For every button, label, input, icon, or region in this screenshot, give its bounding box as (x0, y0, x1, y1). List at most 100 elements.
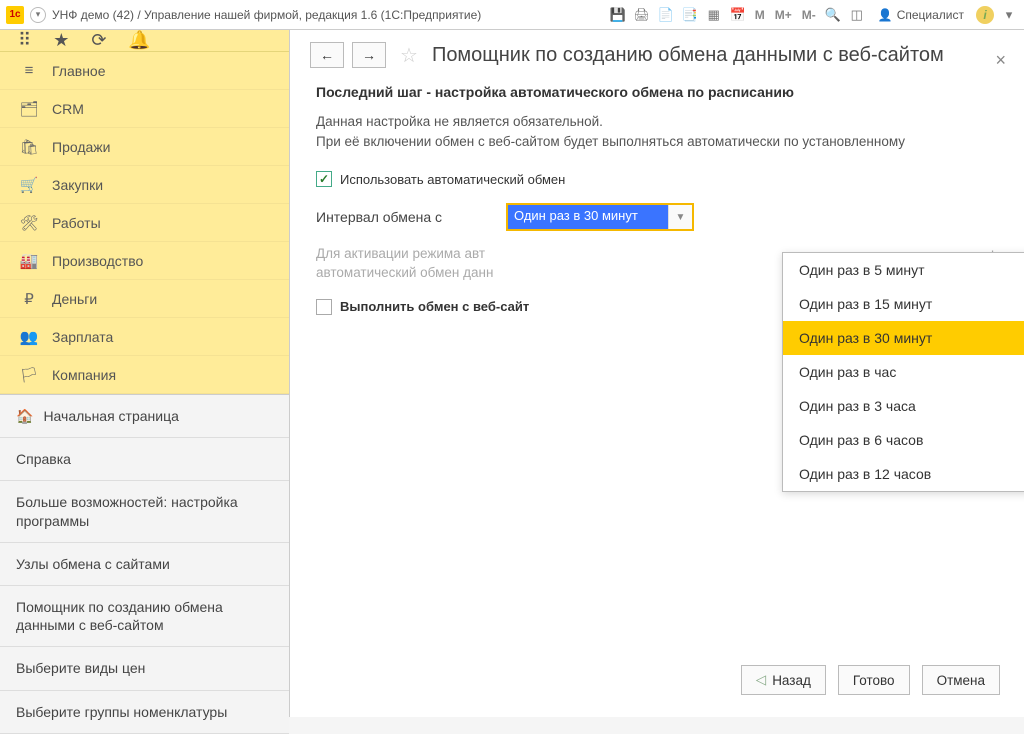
app-menu-dropdown-icon[interactable]: ▾ (30, 7, 46, 23)
sidebar-item-label: Главное (52, 63, 106, 79)
finish-button-label: Готово (853, 673, 895, 688)
content-header: ← → ☆ Помощник по созданию обмена данным… (290, 30, 1024, 78)
panels-icon[interactable]: ◫ (848, 6, 866, 24)
sidebar: ⠿ ★ ⟳ 🔔 ≡ Главное 🗂 CRM 🛍 Продажи 🛒Закупки 🛠 Раб… (0, 30, 290, 717)
compare-icon[interactable]: 📑 (681, 6, 699, 24)
sidebar-item-0[interactable]: ≡ Главное (0, 52, 289, 90)
doc-icon[interactable]: 📄 (657, 6, 675, 24)
bell-icon[interactable]: 🔔 (128, 30, 150, 51)
sidebar-item-icon: 🏭 (20, 252, 38, 270)
sidebar-link-2[interactable]: Больше возможностей: настройка программы (0, 481, 289, 542)
sidebar-link-3[interactable]: Узлы обмена с сайтами (0, 543, 289, 586)
interval-field: Интервал обмена с Один раз в 30 минут ▼ (316, 203, 998, 231)
sidebar-link-0[interactable]: 🏠Начальная страница (0, 395, 289, 438)
titlebar-dropdown-icon[interactable]: ▾ (1000, 6, 1018, 24)
nav-forward-button[interactable]: → (352, 42, 386, 68)
m-minus-icon[interactable]: M- (800, 6, 818, 24)
interval-option-2[interactable]: Один раз в 30 минут (783, 321, 1024, 355)
run-now-label: Выполнить обмен с веб-сайт (340, 299, 529, 314)
favorite-star-icon[interactable]: ☆ (400, 43, 418, 68)
sidebar-item-icon: 🏳 (20, 366, 38, 384)
sidebar-item-label: Зарплата (52, 329, 113, 345)
sidebar-item-label: Компания (52, 367, 116, 383)
apps-grid-icon[interactable]: ⠿ (18, 30, 31, 51)
step-description-line2: При её включении обмен с веб-сайтом буде… (316, 134, 905, 149)
interval-dropdown-panel: Один раз в 5 минутОдин раз в 15 минутОди… (782, 252, 1024, 492)
home-icon: 🏠 (16, 408, 33, 424)
sidebar-link-6[interactable]: Выберите группы номенклатуры (0, 691, 289, 734)
save-icon[interactable]: 💾 (609, 6, 627, 24)
cancel-button-label: Отмена (937, 673, 985, 688)
interval-combo[interactable]: Один раз в 30 минут ▼ (506, 203, 694, 231)
sidebar-item-icon: 🛒 (20, 176, 38, 194)
titlebar: 1c ▾ УНФ демо (42) / Управление нашей фи… (0, 0, 1024, 30)
user-icon: 👤 (878, 8, 893, 22)
calendar-icon[interactable]: 📅 (729, 6, 747, 24)
back-button-label: Назад (772, 673, 811, 688)
sidebar-item-icon: 🛠 (20, 214, 38, 232)
sidebar-item-label: Производство (52, 253, 143, 269)
sidebar-link-4[interactable]: Помощник по созданию обмена данными с ве… (0, 586, 289, 647)
cancel-button[interactable]: Отмена (922, 665, 1000, 695)
sidebar-item-8[interactable]: 🏳 Компания (0, 356, 289, 394)
m-plus-icon[interactable]: M+ (773, 6, 794, 24)
arrow-left-icon: ◁ (756, 672, 766, 688)
checkbox-unchecked-icon[interactable] (316, 299, 332, 315)
sidebar-item-label: CRM (52, 101, 84, 117)
interval-option-6[interactable]: Один раз в 12 часов (783, 457, 1024, 491)
sidebar-item-1[interactable]: 🗂 CRM (0, 90, 289, 128)
sidebar-item-icon: 🗂 (20, 100, 38, 118)
print-icon[interactable]: 🖨 (633, 6, 651, 24)
app-logo-icon: 1c (6, 6, 24, 24)
user-label[interactable]: 👤 Специалист (872, 8, 970, 22)
wizard-footer: ◁ Назад Готово Отмена (741, 665, 1000, 695)
sidebar-link-1[interactable]: Справка (0, 438, 289, 481)
sidebar-item-label: Работы (52, 215, 101, 231)
auto-exchange-checkbox-row[interactable]: ✓ Использовать автоматический обмен (316, 171, 998, 187)
step-description: Данная настройка не является обязательно… (316, 112, 998, 151)
interval-label: Интервал обмена с (316, 209, 486, 225)
nav-back-button[interactable]: ← (310, 42, 344, 68)
sidebar-item-label: Продажи (52, 139, 110, 155)
sidebar-item-icon: 👥 (20, 328, 38, 346)
sidebar-item-icon: ≡ (20, 62, 38, 79)
sidebar-item-icon: 🛍 (20, 138, 38, 156)
titlebar-toolbar: 💾 🖨 📄 📑 ▦ 📅 M M+ M- 🔍 ◫ 👤 Специалист i ▾ (609, 6, 1018, 24)
sidebar-item-5[interactable]: 🏭 Производство (0, 242, 289, 280)
sidebar-item-7[interactable]: 👥 Зарплата (0, 318, 289, 356)
chevron-down-icon[interactable]: ▼ (668, 205, 692, 229)
finish-button[interactable]: Готово (838, 665, 910, 695)
interval-option-5[interactable]: Один раз в 6 часов (783, 423, 1024, 457)
interval-combo-value[interactable]: Один раз в 30 минут (508, 205, 668, 229)
content-pane: × ← → ☆ Помощник по созданию обмена данн… (290, 30, 1024, 717)
sidebar-item-4[interactable]: 🛠 Работы (0, 204, 289, 242)
sidebar-item-label: Деньги (52, 291, 97, 307)
sidebar-item-3[interactable]: 🛒Закупки (0, 166, 289, 204)
m-icon[interactable]: M (753, 6, 767, 24)
window-title: УНФ демо (42) / Управление нашей фирмой,… (52, 8, 481, 22)
step-heading: Последний шаг - настройка автоматическог… (316, 84, 998, 100)
star-icon[interactable]: ★ (53, 30, 69, 51)
interval-option-0[interactable]: Один раз в 5 минут (783, 253, 1024, 287)
hint-line2: автоматический обмен данн (316, 265, 493, 280)
interval-option-4[interactable]: Один раз в 3 часа (783, 389, 1024, 423)
interval-option-3[interactable]: Один раз в час (783, 355, 1024, 389)
sidebar-item-2[interactable]: 🛍 Продажи (0, 128, 289, 166)
sidebar-item-6[interactable]: ₽ Деньги (0, 280, 289, 318)
page-title: Помощник по созданию обмена данными с ве… (432, 44, 944, 67)
step-description-line1: Данная настройка не является обязательно… (316, 114, 603, 129)
history-icon[interactable]: ⟳ (91, 30, 106, 51)
sidebar-link-5[interactable]: Выберите виды цен (0, 647, 289, 690)
table-icon[interactable]: ▦ (705, 6, 723, 24)
close-icon[interactable]: × (995, 50, 1006, 71)
zoom-icon[interactable]: 🔍 (824, 6, 842, 24)
checkbox-checked-icon[interactable]: ✓ (316, 171, 332, 187)
hint-line1: Для активации режима авт (316, 246, 485, 261)
sidebar-top-toolbar: ⠿ ★ ⟳ 🔔 (0, 30, 289, 52)
user-name: Специалист (897, 8, 964, 22)
sidebar-item-icon: ₽ (20, 290, 38, 308)
info-icon[interactable]: i (976, 6, 994, 24)
back-button[interactable]: ◁ Назад (741, 665, 826, 695)
auto-exchange-label: Использовать автоматический обмен (340, 172, 565, 187)
interval-option-1[interactable]: Один раз в 15 минут (783, 287, 1024, 321)
